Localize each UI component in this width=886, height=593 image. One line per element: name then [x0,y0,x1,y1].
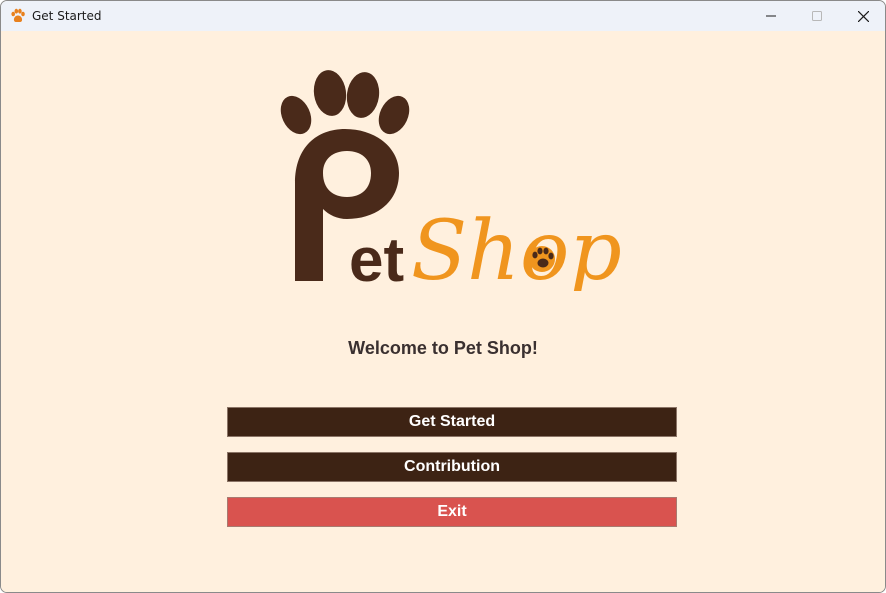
logo-small-paw-icon [529,246,555,272]
paw-icon [11,8,25,23]
logo-text-et: et [349,226,404,291]
logo-paw-toe-1 [280,95,312,135]
logo-paw-toe-2 [313,70,347,116]
contribution-button[interactable]: Contribution [227,452,677,482]
maximize-icon [812,11,822,21]
main-content: et Shop Welcome to Pet Shop! Get Started… [1,31,885,592]
app-window: Get Started et Shop Welcome to Pet Shop!… [0,0,886,593]
maximize-button[interactable] [794,1,840,31]
welcome-heading: Welcome to Pet Shop! [348,338,538,358]
logo-paw-toe-3 [346,72,380,118]
exit-button[interactable]: Exit [227,497,677,527]
minimize-icon [766,15,776,17]
get-started-button[interactable]: Get Started [227,407,677,437]
minimize-button[interactable] [748,1,794,31]
pet-shop-logo: et Shop [280,70,621,291]
close-icon [857,10,869,22]
title-bar[interactable]: Get Started [1,1,885,31]
window-title: Get Started [32,9,102,23]
close-button[interactable] [840,1,885,31]
logo-paw-toe-4 [378,95,410,135]
logo-text-shop: Shop [411,204,621,291]
